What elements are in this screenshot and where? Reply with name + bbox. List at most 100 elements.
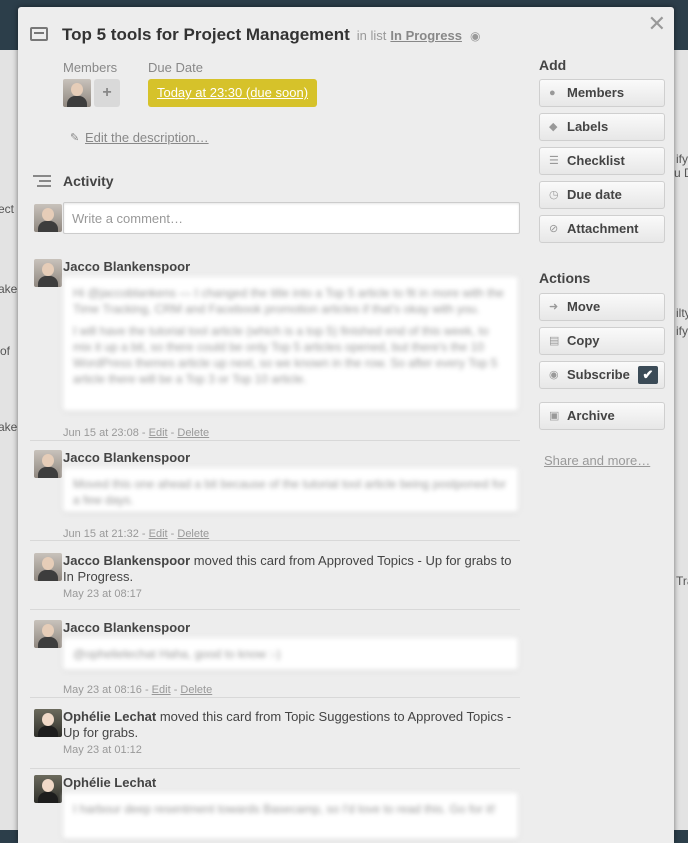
avatar[interactable]	[34, 620, 62, 648]
activity-meta: May 23 at 08:16 - Edit - Delete	[63, 684, 213, 696]
bg-fragment: ake	[0, 420, 18, 434]
avatar[interactable]	[34, 775, 62, 803]
activity-date: May 23 at 01:12	[63, 744, 142, 756]
due-date-label: Due Date	[148, 60, 203, 75]
button-label: Checklist	[567, 153, 625, 168]
checkmark-icon: ✔	[638, 366, 658, 384]
activity-item: Jacco Blankenspoor @ophelielechat Haha, …	[30, 620, 520, 700]
edit-link[interactable]: Edit	[149, 528, 168, 540]
card-header: Top 5 tools for Project Management in li…	[30, 25, 480, 45]
card-icon: ▤	[549, 335, 560, 347]
list-link[interactable]: In Progress	[390, 28, 462, 43]
activity-author[interactable]: Jacco Blankenspoor	[63, 450, 190, 465]
avatar[interactable]	[34, 259, 62, 287]
comment-bubble: I harbour deep resentment towards Baseca…	[63, 793, 518, 839]
activity-text: Ophélie Lechat moved this card from Topi…	[63, 709, 523, 741]
activity-author[interactable]: Jacco Blankenspoor	[63, 553, 190, 568]
comment-text: I will have the tutorial tool article (w…	[73, 324, 498, 386]
divider	[30, 768, 520, 769]
activity-date: May 23 at 08:17	[63, 588, 142, 600]
archive-icon: ▣	[549, 410, 560, 422]
divider	[30, 697, 520, 698]
delete-link[interactable]: Delete	[177, 528, 209, 540]
board-list-left	[0, 50, 18, 830]
checklist-button[interactable]: ☰ Checklist	[539, 147, 665, 175]
paperclip-icon: ⊘	[549, 223, 559, 235]
card-icon	[30, 27, 48, 41]
edit-link[interactable]: Edit	[149, 427, 168, 439]
bg-fragment: u D	[674, 166, 688, 180]
add-member-button[interactable]: +	[94, 79, 120, 107]
activity-author[interactable]: Ophélie Lechat	[63, 775, 156, 790]
activity-meta: Jun 15 at 21:32 - Edit - Delete	[63, 528, 210, 540]
activity-item: Jacco Blankenspoor Hi @jaccoblankens — I…	[30, 259, 520, 439]
bg-fragment: of	[0, 344, 11, 358]
person-icon: ●	[549, 87, 556, 99]
arrow-right-icon: ➜	[549, 301, 559, 313]
activity-heading: Activity	[63, 173, 114, 189]
activity-date: Jun 15 at 21:32	[63, 528, 139, 540]
in-list-text: in list In Progress	[356, 28, 462, 43]
share-link[interactable]: Share and more…	[544, 453, 650, 468]
add-heading: Add	[539, 57, 567, 73]
close-icon[interactable]: ✕	[648, 13, 666, 35]
edit-description-link[interactable]: Edit the description…	[85, 130, 209, 145]
delete-link[interactable]: Delete	[180, 684, 212, 696]
comment-bubble: Moved this one ahead a bit because of th…	[63, 468, 518, 512]
activity-author[interactable]: Ophélie Lechat	[63, 709, 156, 724]
bg-fragment: ify	[676, 152, 688, 166]
delete-link[interactable]: Delete	[177, 427, 209, 439]
comment-bubble: Hi @jaccoblankens — I changed the title …	[63, 277, 518, 411]
avatar[interactable]	[34, 553, 62, 581]
button-label: Members	[567, 85, 625, 100]
activity-date: Jun 15 at 23:08	[63, 427, 139, 439]
eye-icon: ◉	[469, 29, 481, 43]
copy-button[interactable]: ▤ Copy	[539, 327, 665, 355]
avatar[interactable]	[34, 450, 62, 478]
comment-bubble: @ophelielechat Haha, good to know :-)	[63, 638, 518, 670]
edit-link[interactable]: Edit	[152, 684, 171, 696]
avatar[interactable]	[63, 79, 91, 107]
due-date-badge[interactable]: Today at 23:30 (due soon)	[148, 79, 317, 107]
comment-input[interactable]: Write a comment…	[63, 202, 520, 234]
checklist-icon: ☰	[549, 155, 559, 167]
button-label: Due date	[567, 187, 622, 202]
members-button[interactable]: ● Members	[539, 79, 665, 107]
actions-heading: Actions	[539, 270, 591, 286]
activity-text: Jacco Blankenspoor moved this card from …	[63, 553, 523, 585]
bg-fragment: Tra	[676, 574, 688, 588]
bg-fragment: ify	[676, 324, 688, 338]
button-label: Archive	[567, 408, 615, 423]
activity-meta: Jun 15 at 23:08 - Edit - Delete	[63, 427, 210, 439]
subscribe-button[interactable]: ◉ Subscribe ✔	[539, 361, 665, 389]
comment-text: I harbour deep resentment towards Baseca…	[73, 802, 496, 816]
activity-item: Ophélie Lechat I harbour deep resentment…	[30, 775, 520, 843]
bg-fragment: ect	[0, 202, 15, 216]
activity-author[interactable]: Jacco Blankenspoor	[63, 620, 190, 635]
divider	[30, 609, 520, 610]
comment-text: Hi @jaccoblankens — I changed the title …	[73, 286, 504, 316]
button-label: Labels	[567, 119, 609, 134]
bg-fragment: ilty	[676, 306, 688, 320]
button-label: Subscribe	[567, 367, 630, 382]
activity-item: Jacco Blankenspoor Moved this one ahead …	[30, 450, 520, 540]
divider	[30, 440, 520, 441]
clock-icon: ◷	[549, 189, 559, 201]
comment-text: Moved this one ahead a bit because of th…	[73, 477, 506, 507]
move-button[interactable]: ➜ Move	[539, 293, 665, 321]
eye-icon: ◉	[549, 369, 559, 381]
activity-date: May 23 at 08:16	[63, 684, 142, 696]
attachment-button[interactable]: ⊘ Attachment	[539, 215, 665, 243]
pencil-icon: ✎	[70, 132, 80, 144]
card-detail-window: ✕ Top 5 tools for Project Management in …	[18, 7, 674, 843]
due-date-button[interactable]: ◷ Due date	[539, 181, 665, 209]
members-label: Members	[63, 60, 118, 75]
activity-author[interactable]: Jacco Blankenspoor	[63, 259, 190, 274]
card-title[interactable]: Top 5 tools for Project Management	[62, 25, 350, 45]
avatar[interactable]	[34, 709, 62, 737]
comment-text: @ophelielechat Haha, good to know :-)	[73, 647, 281, 661]
button-label: Move	[567, 299, 601, 314]
bg-fragment: ake	[0, 282, 18, 296]
labels-button[interactable]: ◆ Labels	[539, 113, 665, 141]
archive-button[interactable]: ▣ Archive	[539, 402, 665, 430]
